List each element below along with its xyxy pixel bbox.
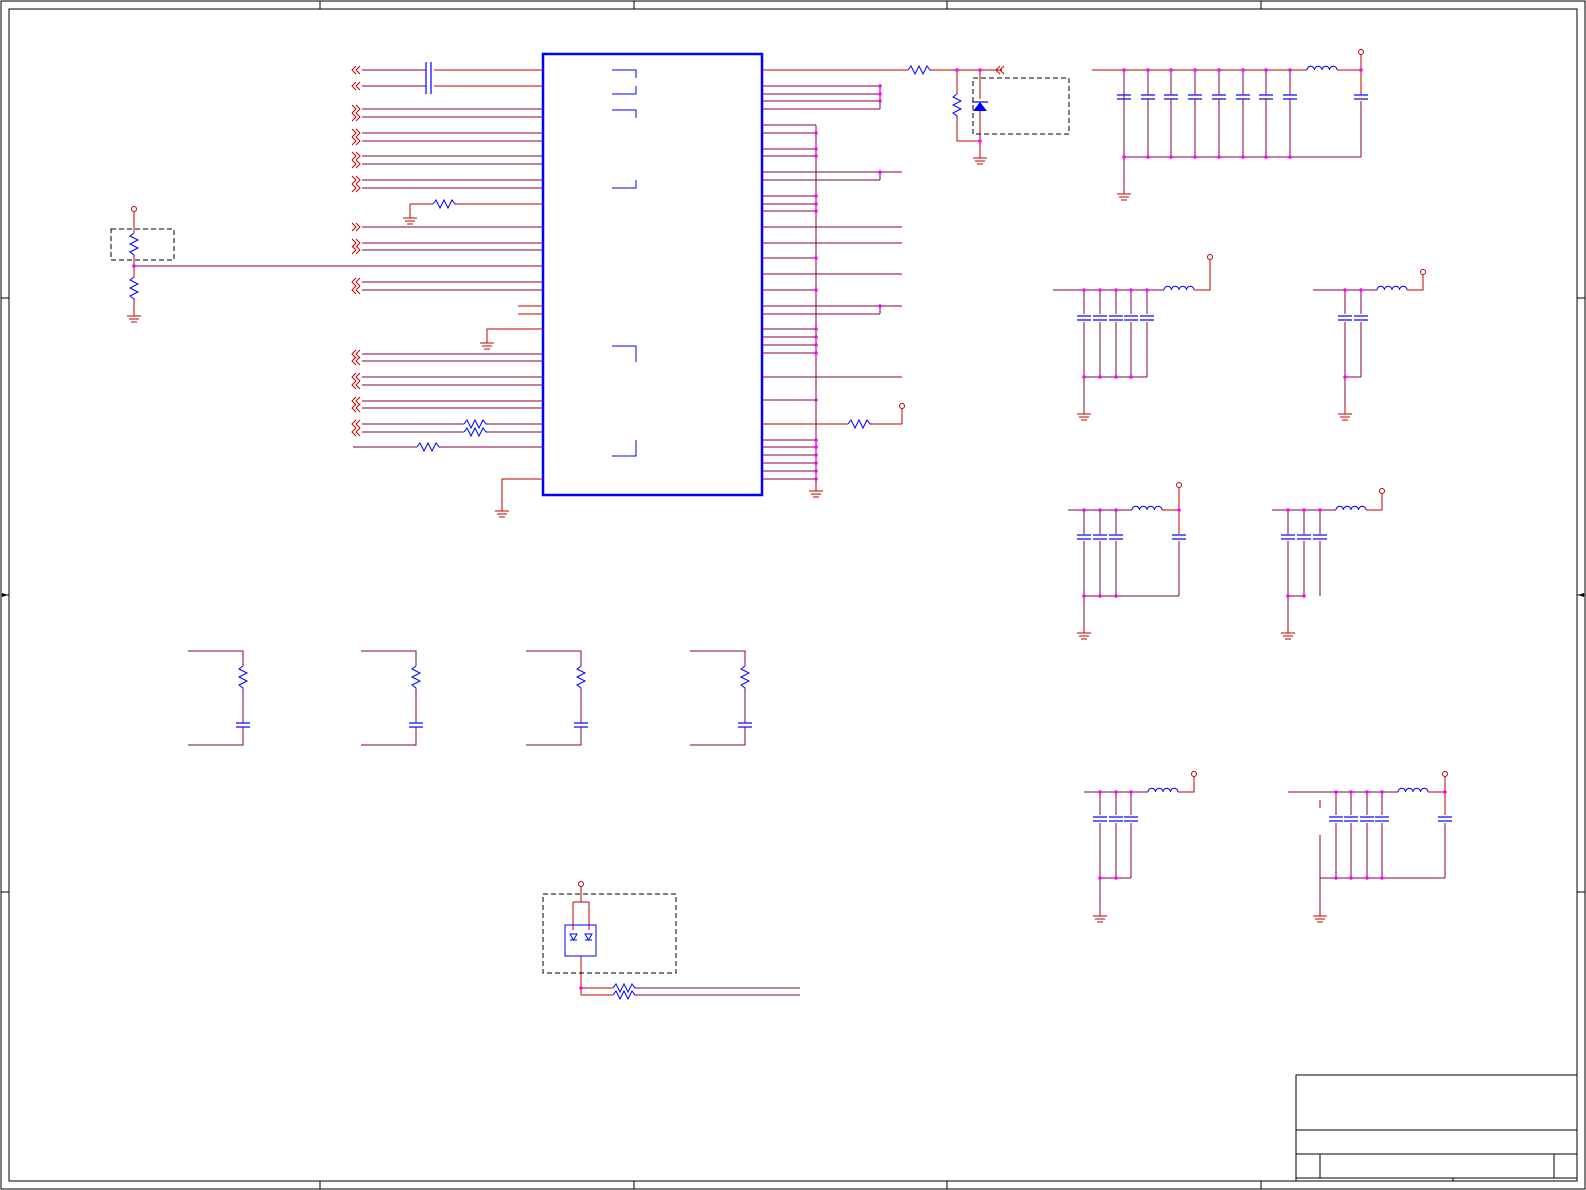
right-nets: [762, 69, 1002, 485]
rc-snubber-2: [361, 650, 424, 746]
decoupling-bank-main: [1092, 49, 1369, 201]
dual-led-circuit: [542, 881, 800, 1000]
decoupling-bank-6: [1084, 771, 1197, 923]
decoupling-bank-4: [1068, 482, 1187, 640]
decoupling-bank-2: [1053, 254, 1213, 421]
rc-snubber-1: [188, 650, 251, 746]
decoupling-bank-5: [1272, 488, 1385, 640]
decoupling-bank-3: [1313, 269, 1426, 421]
decoupling-bank-7: [1288, 771, 1453, 923]
right-junctions: [808, 84, 905, 498]
decoupling-caps-main: [1116, 68, 1363, 159]
diode-icon: [973, 102, 987, 111]
main-ic: [541, 52, 764, 497]
schematic-canvas: [0, 0, 1586, 1190]
title-block: [1295, 1074, 1578, 1182]
voltage-divider: [110, 206, 175, 323]
led-indicator-circuit: [907, 65, 1070, 165]
off-sheet-connectors-left: [351, 65, 361, 437]
sheet-border: [0, 0, 1586, 1190]
rc-snubber-4: [690, 650, 753, 746]
schematic-diagram: [0, 0, 1586, 1190]
left-nets: [134, 62, 543, 505]
rc-snubber-3: [526, 650, 589, 746]
left-components: [402, 199, 510, 518]
